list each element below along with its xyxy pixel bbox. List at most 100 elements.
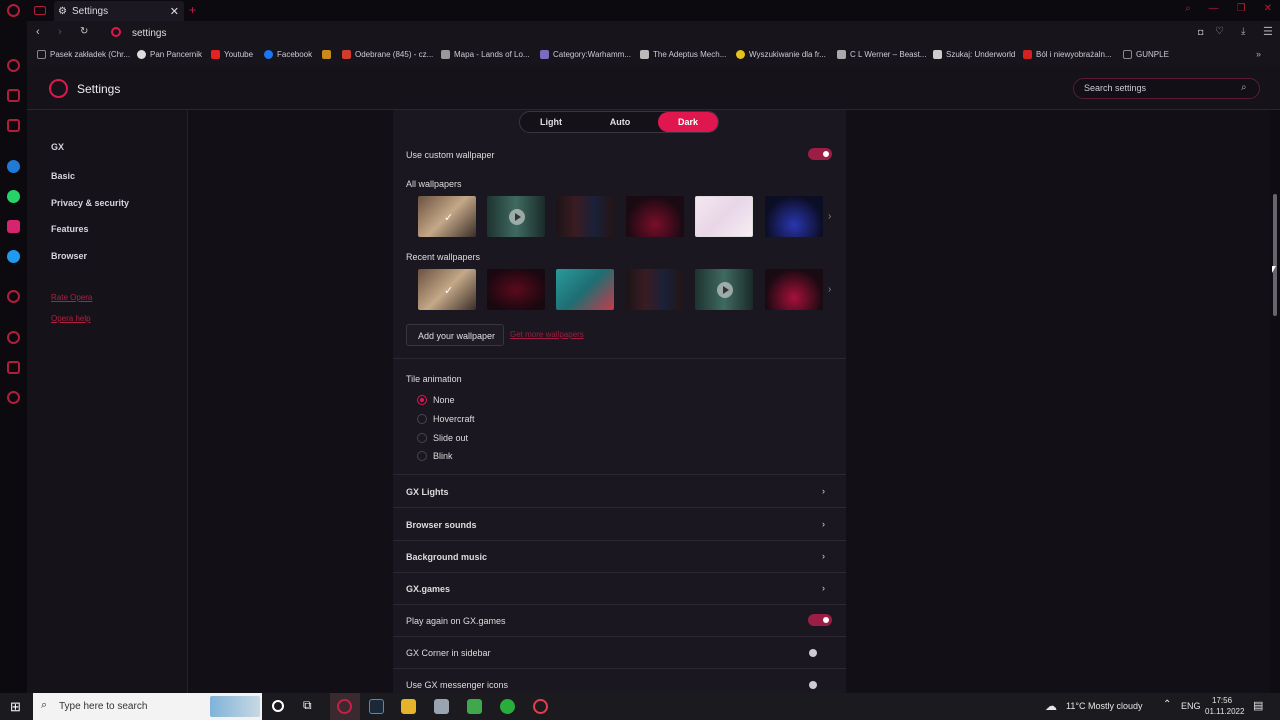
tray-chevron-up-icon[interactable]: ⌃: [1163, 699, 1171, 710]
bookmark-item[interactable]: Pasek zakładek (Chr...: [37, 50, 130, 59]
nav-item-privacy[interactable]: Privacy & security: [51, 198, 129, 208]
windows-start-icon[interactable]: ⊞: [10, 699, 21, 715]
wallpaper-thumbnail[interactable]: [487, 196, 545, 237]
app-icon[interactable]: [467, 699, 482, 714]
chevron-right-icon[interactable]: ›: [828, 211, 831, 222]
radio-slide-out[interactable]: [417, 433, 427, 443]
weather-text[interactable]: 11°C Mostly cloudy: [1066, 701, 1142, 711]
radio-blink[interactable]: [417, 451, 427, 461]
settings-gear-icon[interactable]: [7, 391, 20, 404]
wallpaper-thumbnail[interactable]: [765, 196, 823, 237]
wallpaper-thumbnail[interactable]: ✓: [418, 196, 476, 237]
messenger-icon[interactable]: [7, 160, 20, 173]
reload-icon[interactable]: ↻: [80, 26, 88, 37]
wallpaper-thumbnail[interactable]: [626, 269, 684, 310]
radio-hovercraft[interactable]: [417, 414, 427, 424]
close-window-icon[interactable]: ✕: [1264, 3, 1272, 14]
download-icon[interactable]: ⤓: [1241, 26, 1245, 37]
file-explorer-icon[interactable]: [401, 699, 416, 714]
bookmark-item[interactable]: C L Werner – Beast...: [837, 50, 926, 59]
more-bookmarks-icon[interactable]: »: [1256, 49, 1261, 59]
bookmark-item[interactable]: Pan Pancernik: [137, 50, 202, 59]
menu-icon[interactable]: ☰: [1263, 25, 1273, 38]
notifications-icon[interactable]: ▤: [1253, 699, 1263, 712]
scrollbar-thumb[interactable]: [1273, 194, 1277, 316]
get-more-wallpapers-link[interactable]: Get more wallpapers: [510, 330, 584, 339]
section-background-music[interactable]: Background music ›: [393, 541, 846, 573]
language-indicator[interactable]: ENG: [1181, 701, 1201, 711]
gx-messenger-toggle[interactable]: [806, 679, 830, 691]
nav-item-gx[interactable]: GX: [51, 142, 64, 152]
player-icon[interactable]: [7, 290, 20, 303]
snapshot-icon[interactable]: ◘: [1198, 27, 1203, 37]
instagram-icon[interactable]: [7, 220, 20, 233]
utorrent-icon[interactable]: [500, 699, 515, 714]
theme-auto-option[interactable]: Auto: [590, 112, 650, 132]
tab-menu-icon[interactable]: [34, 6, 46, 15]
url-field[interactable]: settings: [132, 28, 166, 39]
custom-wallpaper-toggle[interactable]: [808, 148, 832, 160]
search-icon[interactable]: ⌕: [1241, 82, 1247, 93]
wallpaper-thumbnail[interactable]: ✓: [418, 269, 476, 310]
bookmark-item[interactable]: Mapa - Lands of Lo...: [441, 50, 530, 59]
clock-date[interactable]: 01.11.2022: [1205, 707, 1244, 716]
wallpaper-thumbnail[interactable]: [556, 196, 614, 237]
radio-none[interactable]: [417, 395, 427, 405]
gx-control-icon[interactable]: [7, 59, 20, 72]
bookmark-item[interactable]: Ból i niewyobrażaln...: [1023, 50, 1112, 59]
app-icon[interactable]: [533, 699, 548, 714]
play-again-toggle[interactable]: [808, 614, 832, 626]
restore-icon[interactable]: ❐: [1237, 3, 1246, 14]
steam-icon[interactable]: [369, 699, 384, 714]
bookmark-item[interactable]: Category:Warhamm...: [540, 50, 631, 59]
wallpaper-thumbnail[interactable]: [556, 269, 614, 310]
gx-corner-icon[interactable]: [7, 89, 20, 102]
weather-icon[interactable]: ☁: [1045, 699, 1057, 713]
app-icon[interactable]: [434, 699, 449, 714]
section-gx-games[interactable]: GX.games ›: [393, 573, 846, 605]
clock-time[interactable]: 17:56: [1212, 696, 1232, 705]
task-view-icon[interactable]: ⧉: [303, 698, 312, 713]
wallpaper-thumbnail[interactable]: [695, 196, 753, 237]
bookmark-item[interactable]: The Adeptus Mech...: [640, 50, 726, 59]
opera-gx-app-icon[interactable]: [337, 699, 352, 714]
wallpaper-thumbnail[interactable]: [695, 269, 753, 310]
rate-opera-link[interactable]: Rate Opera: [51, 293, 92, 302]
section-browser-sounds[interactable]: Browser sounds ›: [393, 508, 846, 540]
chevron-right-icon[interactable]: ›: [828, 284, 831, 295]
tab-settings[interactable]: ⚙ Settings ✕: [54, 1, 184, 21]
opera-logo-icon[interactable]: [7, 4, 20, 17]
bookmark-item[interactable]: Odebrane (845) - cz...: [342, 50, 433, 59]
bookmark-item[interactable]: Facebook: [264, 50, 312, 59]
add-wallpaper-button[interactable]: Add your wallpaper: [406, 324, 504, 346]
wallpaper-thumbnail[interactable]: [626, 196, 684, 237]
close-tab-icon[interactable]: ✕: [170, 5, 184, 18]
history-icon[interactable]: [7, 331, 20, 344]
bookmark-item[interactable]: Wyszukiwanie dla fr...: [736, 50, 826, 59]
bookmark-item[interactable]: GUNPLE: [1123, 50, 1169, 59]
bookmark-item[interactable]: Szukaj: Underworld: [933, 50, 1015, 59]
search-tabs-icon[interactable]: ⌕: [1185, 3, 1191, 14]
heart-icon[interactable]: ♡: [1215, 26, 1224, 37]
nav-item-basic[interactable]: Basic: [51, 171, 75, 181]
bookmark-item[interactable]: Youtube: [211, 50, 253, 59]
cortana-icon[interactable]: [272, 700, 284, 712]
theme-light-option[interactable]: Light: [521, 112, 581, 132]
twitter-icon[interactable]: [7, 250, 20, 263]
section-gx-lights[interactable]: GX Lights ›: [393, 475, 846, 507]
wallpaper-thumbnail[interactable]: [487, 269, 545, 310]
search-input[interactable]: [1084, 83, 1234, 93]
gx-corner-toggle[interactable]: [806, 647, 830, 659]
nav-item-browser[interactable]: Browser: [51, 251, 87, 261]
forward-icon[interactable]: ›: [58, 26, 62, 38]
opera-help-link[interactable]: Opera help: [51, 314, 91, 323]
nav-item-features[interactable]: Features: [51, 224, 89, 234]
back-icon[interactable]: ‹: [36, 26, 40, 38]
taskbar-search[interactable]: ⌕ Type here to search: [33, 693, 262, 720]
scrollbar[interactable]: [1270, 110, 1280, 693]
bookmark-item[interactable]: [322, 50, 335, 59]
whatsapp-icon[interactable]: [7, 190, 20, 203]
extensions-icon[interactable]: [7, 361, 20, 374]
twitch-icon[interactable]: [7, 119, 20, 132]
minimize-icon[interactable]: —: [1209, 3, 1219, 14]
